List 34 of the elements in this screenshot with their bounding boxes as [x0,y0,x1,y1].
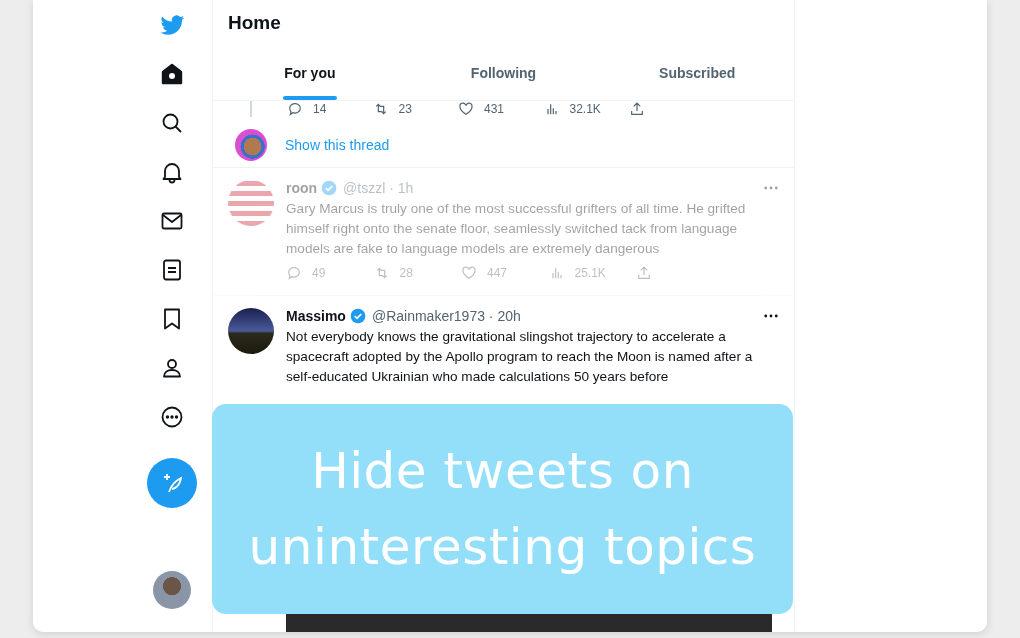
home-icon[interactable] [160,62,184,86]
compose-button[interactable] [147,458,197,508]
count: 447 [487,266,508,280]
tab[interactable]: Subscribed [600,46,794,100]
count: 25.1K [574,266,606,280]
tab[interactable]: For you [213,46,407,100]
show-thread-link[interactable]: Show this thread [285,137,390,153]
search-icon[interactable] [160,111,184,135]
list-icon[interactable] [160,258,184,282]
avatar [235,129,267,161]
user-name[interactable]: Massimo [286,308,346,324]
page-title: Home [227,11,282,35]
account-avatar[interactable] [153,571,191,609]
share-icon[interactable] [629,101,645,117]
speech-bubble-icon[interactable] [287,101,303,117]
tab[interactable]: Following [406,46,601,100]
count: 431 [484,102,505,116]
person-icon[interactable] [160,356,184,380]
count: 32.1K [569,102,601,116]
count: 14 [313,102,327,116]
tweet-text: Gary Marcus is truly one of the most successful grifters of all time. He grifted himself right onto the senate floor, seamlessly switched tack from language models are fake to language models are extremely dangerous [286,200,747,258]
more-icon[interactable] [160,405,184,429]
handle-and-time: @Rainmaker1973 · 20h [371,308,521,324]
count: 49 [312,266,326,280]
heart-icon[interactable] [458,101,474,117]
more-icon[interactable] [764,314,778,318]
caption-text: Hide tweets on uninteresting topics [247,441,758,578]
bell-icon[interactable] [160,160,184,184]
count: 28 [399,266,413,280]
count: 23 [398,102,412,116]
bird-logo-icon[interactable] [158,13,186,37]
tweet-text: Not everybody knows the gravitational slingshot trajectory to accelerate a spacecraft adopted by the Apollo program to reach the Moon is named after a self-educated Ukrainian who made calculations 50 years before [286,328,754,386]
handle-and-time: @tszzl · 1h [343,180,414,196]
avatar[interactable] [228,308,274,354]
